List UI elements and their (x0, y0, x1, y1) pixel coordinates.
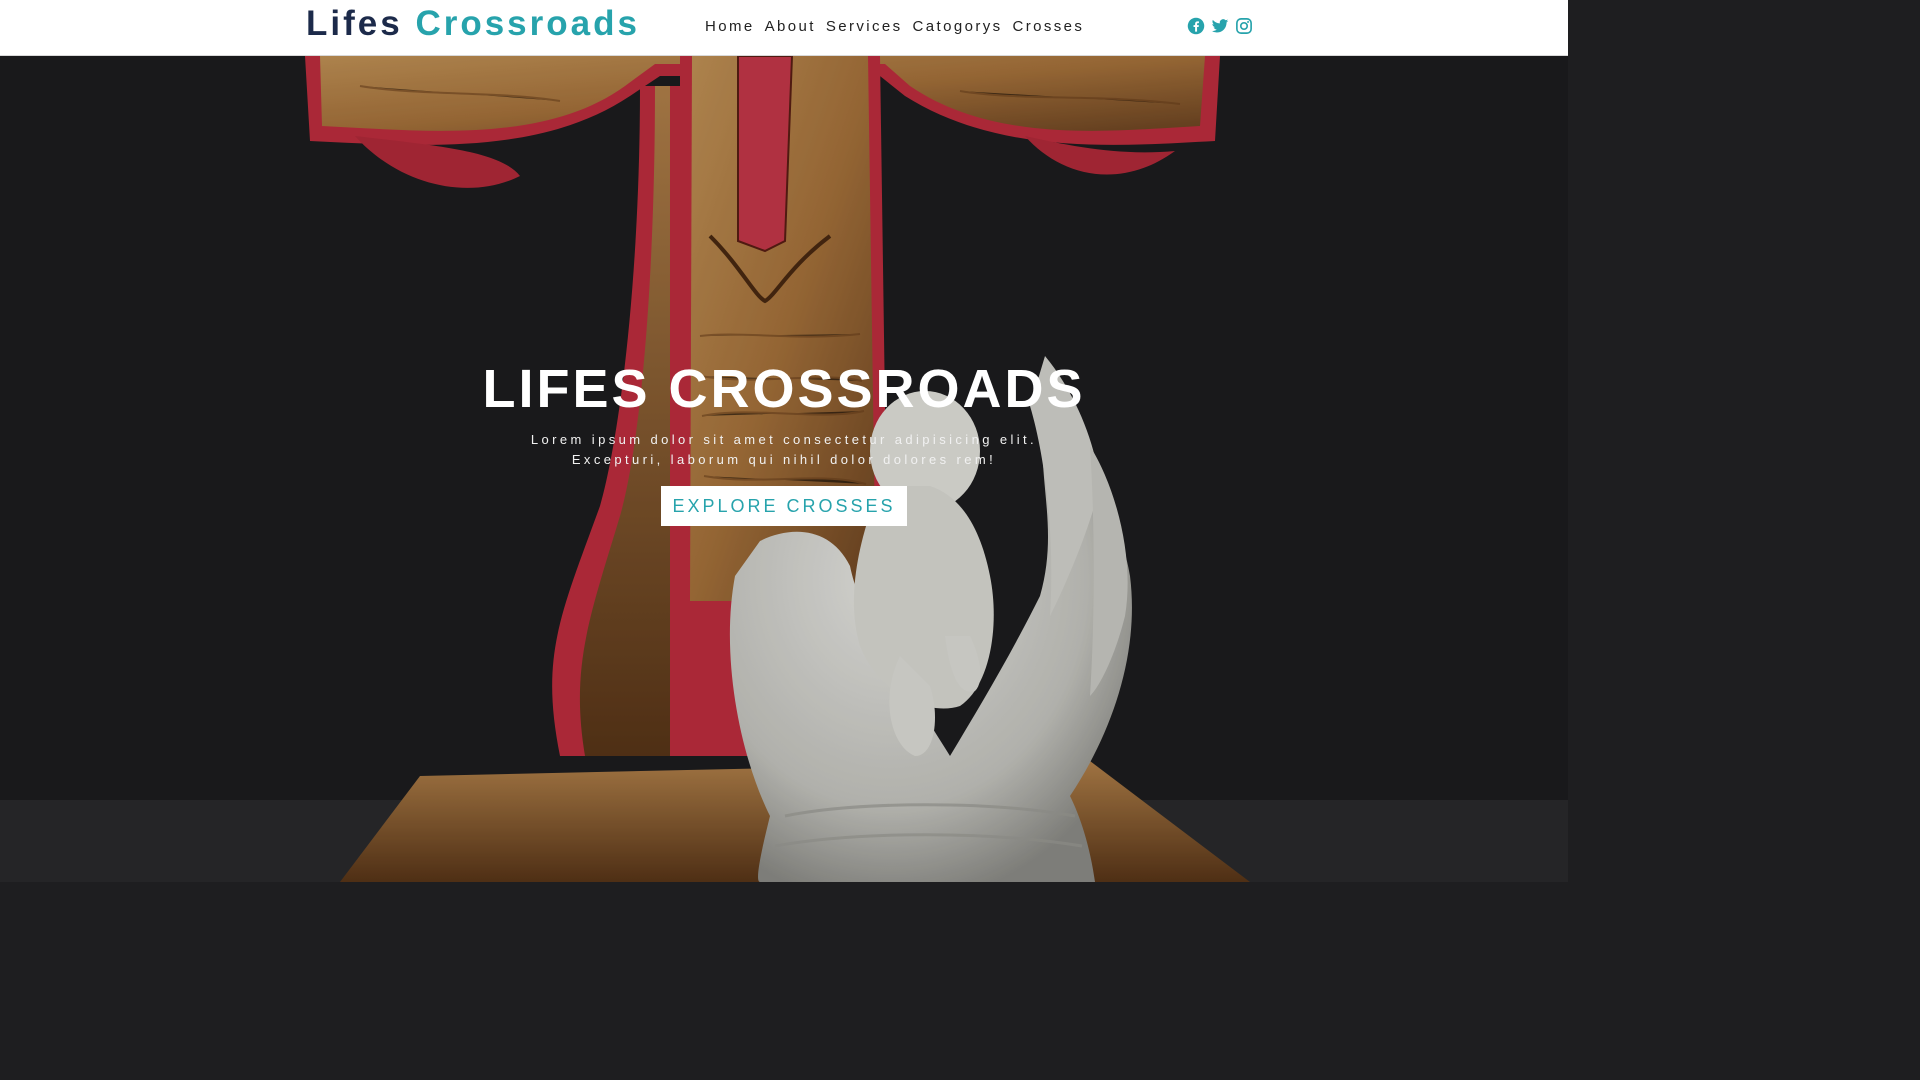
nav-catogorys[interactable]: Catogorys (913, 17, 1003, 37)
hero-content: LIFES CROSSROADS Lorem ipsum dolor sit a… (0, 356, 1568, 526)
nav-services[interactable]: Services (826, 17, 903, 37)
brand-name-part1: Lifes (306, 4, 403, 43)
hero-title: LIFES CROSSROADS (482, 359, 1086, 419)
facebook-icon[interactable] (1187, 17, 1205, 35)
brand-name-part2: Crossroads (415, 4, 640, 43)
nav-about[interactable]: About (765, 17, 816, 37)
site-header: Lifes Crossroads Home About Services Cat… (0, 0, 1568, 56)
nav-crosses[interactable]: Crosses (1013, 17, 1085, 37)
brand-logo[interactable]: Lifes Crossroads (306, 2, 640, 46)
nav-home[interactable]: Home (705, 17, 755, 37)
main-nav: Home About Services Catogorys Crosses (705, 17, 1084, 37)
twitter-icon[interactable] (1211, 17, 1229, 35)
explore-crosses-button[interactable]: EXPLORE CROSSES (661, 486, 907, 526)
social-links (1187, 17, 1253, 35)
hero-subtitle: Lorem ipsum dolor sit amet consectetur a… (0, 430, 1568, 470)
hero-subtitle-line2: Excepturi, laborum qui nihil dolor dolor… (571, 452, 997, 467)
hero-subtitle-line1: Lorem ipsum dolor sit amet consectetur a… (530, 432, 1038, 447)
hero-section: LIFES CROSSROADS Lorem ipsum dolor sit a… (0, 56, 1568, 882)
instagram-icon[interactable] (1235, 17, 1253, 35)
